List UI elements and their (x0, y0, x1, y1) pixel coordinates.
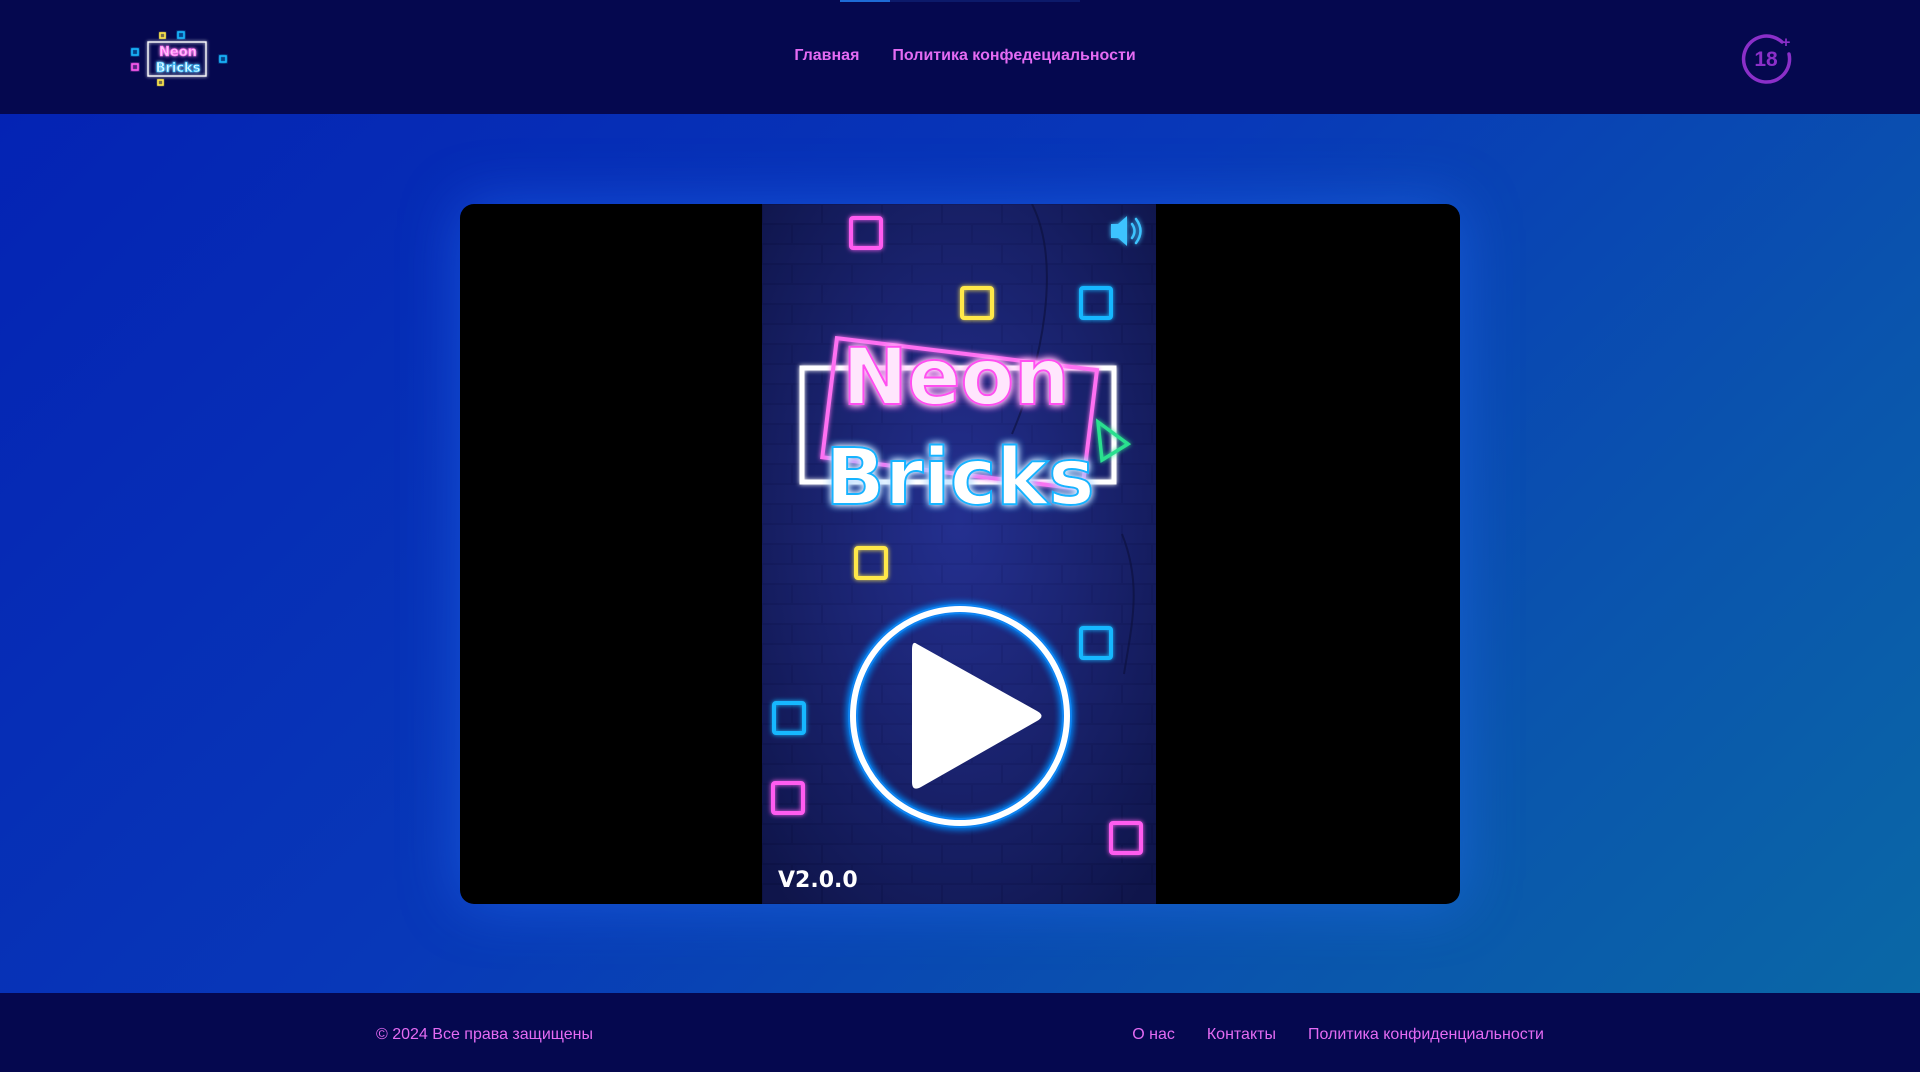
background-vignette (762, 204, 1156, 904)
footer-link-about[interactable]: О нас (1132, 1025, 1175, 1045)
game-version-label: V2.0.0 (778, 868, 858, 893)
game-title-line1: Neon (842, 333, 1069, 423)
age-restriction-badge: 18 + (1741, 32, 1793, 84)
footer-link-contacts[interactable]: Контакты (1207, 1025, 1276, 1045)
game-frame: Neon Bricks V2.0.0 (460, 204, 1460, 904)
footer-link-privacy[interactable]: Политика конфиденциальности (1308, 1025, 1544, 1045)
loading-indicator (840, 0, 1080, 2)
svg-text:+: + (1782, 34, 1791, 51)
footer-nav: О нас Контакты Политика конфиденциальнос… (1132, 1025, 1544, 1045)
age-18-icon: 18 + (1741, 34, 1792, 84)
site-header: Neon Bricks Главная Политика конфедециал… (0, 0, 1920, 114)
game-canvas[interactable]: Neon Bricks V2.0.0 (762, 204, 1156, 904)
main-nav: Главная Политика конфедециальности (0, 46, 1920, 66)
nav-link-privacy[interactable]: Политика конфедециальности (892, 46, 1135, 66)
svg-text:18: 18 (1754, 48, 1778, 71)
copyright-text: © 2024 Все права защищены (376, 1026, 593, 1043)
site-footer: © 2024 Все права защищены О нас Контакты… (0, 993, 1920, 1072)
game-title-line2: Bricks (825, 433, 1094, 523)
nav-link-home[interactable]: Главная (794, 46, 859, 66)
